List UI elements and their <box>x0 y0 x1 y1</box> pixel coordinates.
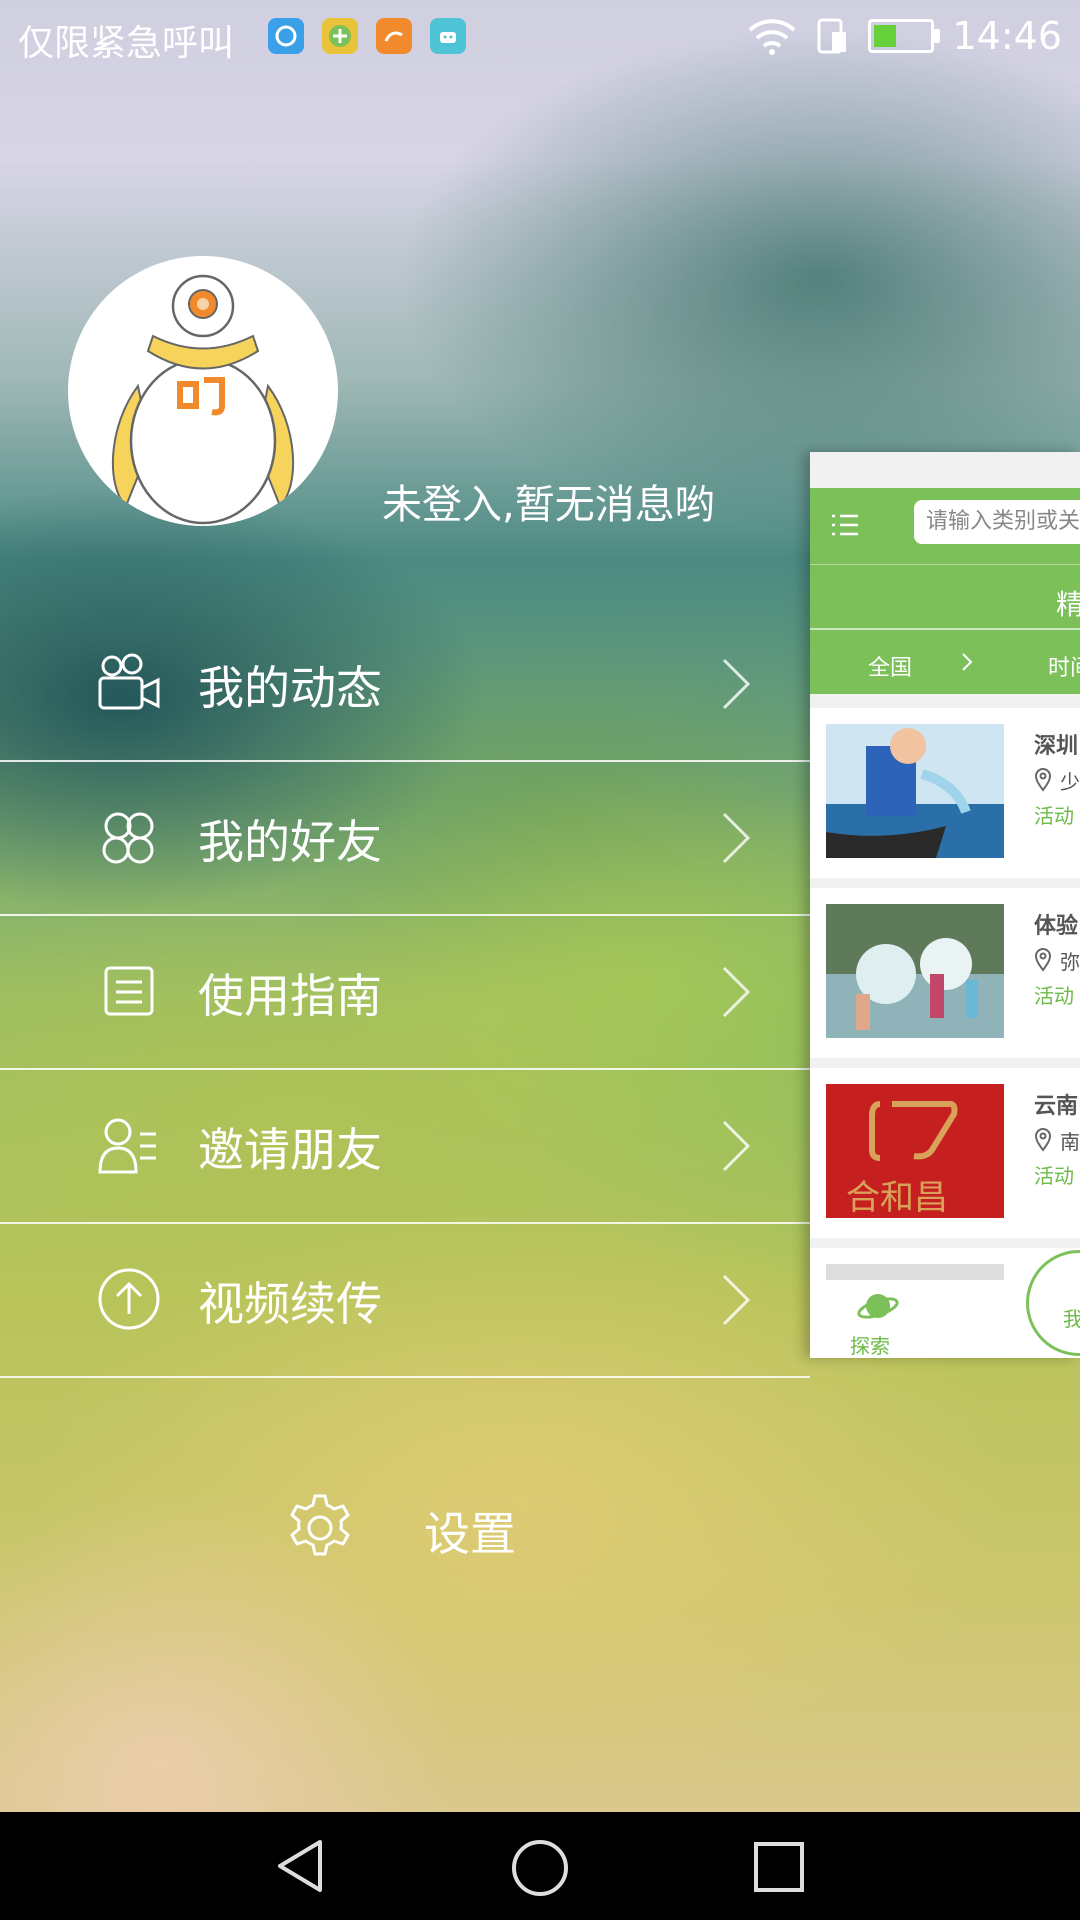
robot-mascot-icon <box>111 274 295 525</box>
login-message[interactable]: 未登入,暂无消息哟 <box>382 472 715 530</box>
panel-header: 请输入类别或关 <box>810 488 1080 564</box>
list-item[interactable]: 深圳 少 活动 <box>810 708 1080 878</box>
activity-title: 深圳 <box>1034 734 1079 759</box>
avatar[interactable] <box>68 256 338 526</box>
activity-location: 少 <box>1060 770 1080 794</box>
notification-icons <box>268 18 466 54</box>
chevron-right-icon <box>722 1120 751 1172</box>
uc-browser-icon <box>376 18 412 54</box>
menu-item-label: 视频续传 <box>198 1277 382 1331</box>
activity-thumbnail: 合和昌 <box>826 1084 1004 1218</box>
activity-location: 南 <box>1060 1130 1080 1154</box>
activity-status: 活动 <box>1034 1164 1074 1188</box>
drawer-menu: 我的动态 我的好友 使用指南 邀请朋友 视频续传 <box>0 608 810 1378</box>
time-filter[interactable]: 时间 <box>1048 650 1080 682</box>
back-icon[interactable] <box>272 1838 328 1894</box>
activity-title: 云南 <box>1034 1094 1079 1119</box>
android-icon <box>430 18 466 54</box>
activity-status: 活动 <box>1034 984 1074 1008</box>
menu-item-label: 邀请朋友 <box>198 1123 382 1177</box>
home-icon[interactable] <box>510 1838 570 1898</box>
menu-item-video-resume-upload[interactable]: 视频续传 <box>0 1224 810 1378</box>
menu-item-label: 使用指南 <box>198 969 382 1023</box>
clock: 14:46 <box>952 14 1062 58</box>
seal-text: 合和昌 <box>846 1178 948 1218</box>
settings-button[interactable]: 设置 <box>284 1488 584 1564</box>
activity-location: 弥 <box>1060 950 1080 974</box>
friends-icon <box>102 812 154 864</box>
menu-item-label: 我的好友 <box>198 815 382 869</box>
list-menu-icon[interactable] <box>830 510 860 540</box>
bottom-tab-bar: 探索 我 <box>810 1250 1080 1358</box>
activity-thumbnail <box>826 904 1004 1038</box>
list-item[interactable]: 合和昌 云南 南 活动 <box>810 1068 1080 1238</box>
settings-label: 设置 <box>424 1507 516 1561</box>
chevron-right-icon <box>722 1274 751 1326</box>
qq-browser-icon <box>268 18 304 54</box>
chevron-right-icon <box>962 653 973 671</box>
list-item[interactable]: 体验 弥 活动 <box>810 888 1080 1058</box>
sim-icon <box>817 18 847 54</box>
region-filter[interactable]: 全国 <box>868 650 912 682</box>
menu-item-my-friends[interactable]: 我的好友 <box>0 762 810 916</box>
tab-me-label: 我 <box>1063 1307 1080 1331</box>
location-pin-icon <box>1034 948 1052 972</box>
navigation-bar <box>0 1812 1080 1920</box>
plus-app-icon <box>322 18 358 54</box>
tab-explore-label: 探索 <box>850 1334 890 1358</box>
activity-list: 深圳 少 活动 体验 弥 活动 合和昌 云南 南 活动 <box>810 708 1080 1298</box>
menu-item-user-guide[interactable]: 使用指南 <box>0 916 810 1070</box>
video-camera-icon <box>98 653 160 710</box>
tab-label: 精 <box>1055 588 1080 621</box>
carrier-text: 仅限紧急呼叫 <box>18 23 235 64</box>
invite-icon <box>98 1118 156 1174</box>
upload-icon <box>98 1268 160 1330</box>
explore-planet-icon[interactable] <box>856 1286 900 1326</box>
main-content-panel[interactable]: 请输入类别或关 精 全国 时间 深圳 少 活动 <box>810 452 1080 1358</box>
location-pin-icon <box>1034 1128 1052 1152</box>
activity-thumbnail <box>826 724 1004 858</box>
wifi-icon <box>749 19 796 55</box>
search-input[interactable]: 请输入类别或关 <box>914 500 1080 544</box>
recent-apps-icon[interactable] <box>752 1840 806 1894</box>
activity-title: 体验 <box>1034 914 1079 939</box>
activity-status: 活动 <box>1034 804 1074 828</box>
guide-icon <box>104 966 154 1016</box>
status-bar: 仅限紧急呼叫 14:46 <box>0 0 1080 76</box>
menu-item-invite-friends[interactable]: 邀请朋友 <box>0 1070 810 1224</box>
gear-icon <box>290 1494 350 1556</box>
chevron-right-icon <box>722 966 751 1018</box>
battery-icon <box>868 19 941 53</box>
chevron-right-icon <box>722 658 751 710</box>
tab-featured[interactable]: 精 <box>810 564 1080 629</box>
menu-item-label: 我的动态 <box>198 661 382 715</box>
status-right: 14:46 <box>746 14 1062 58</box>
menu-item-my-feed[interactable]: 我的动态 <box>0 608 810 762</box>
location-pin-icon <box>1034 768 1052 792</box>
filter-bar: 全国 时间 <box>810 628 1080 694</box>
chevron-right-icon <box>722 812 751 864</box>
